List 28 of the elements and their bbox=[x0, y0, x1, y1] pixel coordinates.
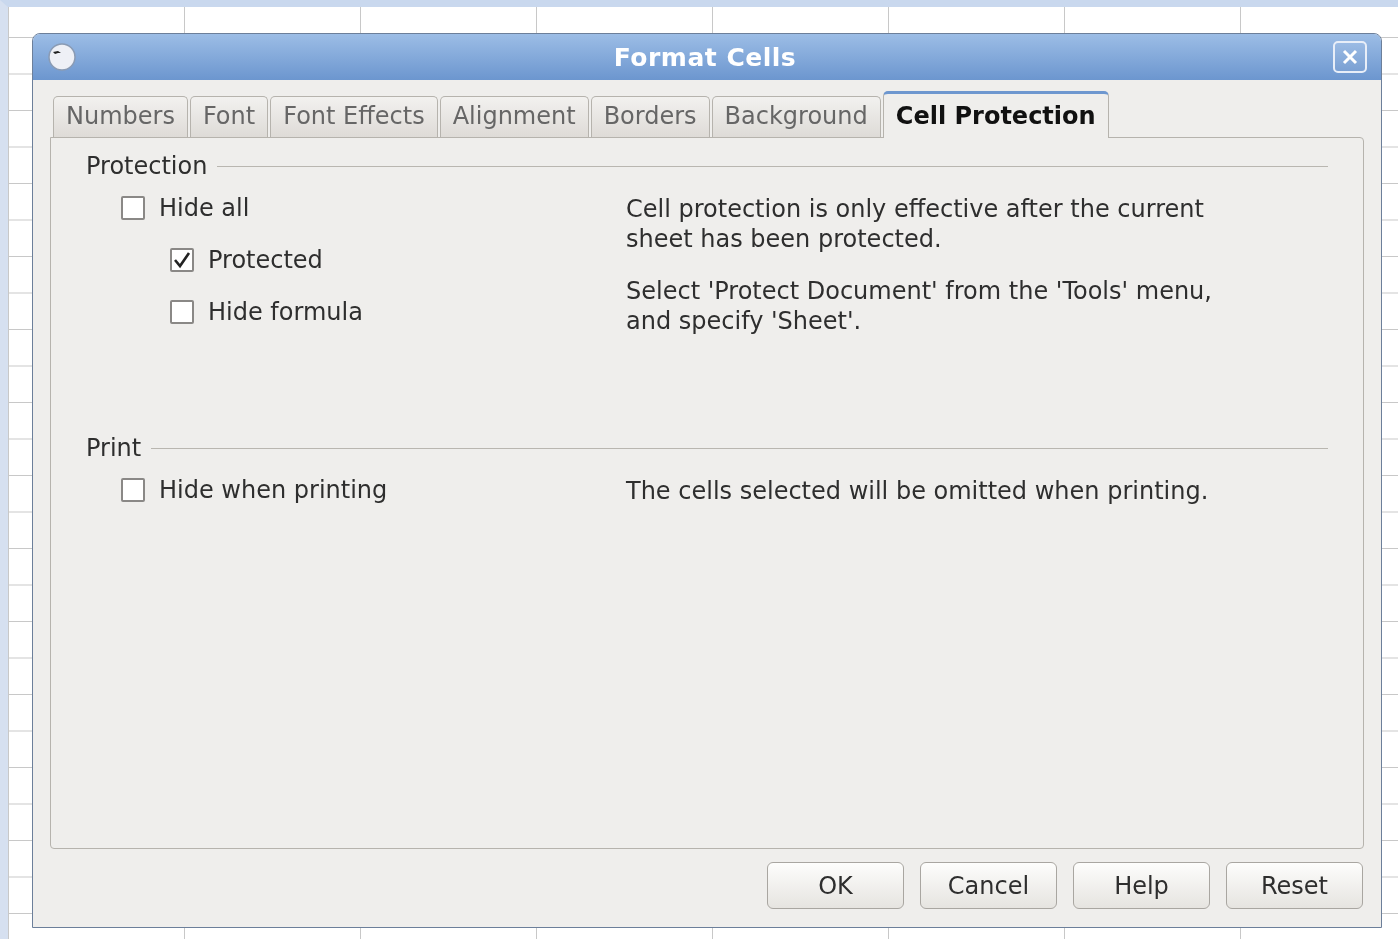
info-text: Select 'Protect Document' from the 'Tools' menu, and specify 'Sheet'. bbox=[626, 276, 1213, 336]
dialog-button[interactable]: Cancel bbox=[920, 862, 1057, 909]
tab[interactable]: Borders bbox=[590, 96, 710, 137]
checkbox[interactable] bbox=[170, 248, 194, 272]
checkbox[interactable] bbox=[121, 196, 145, 220]
dialog-button[interactable]: Help bbox=[1073, 862, 1210, 909]
dialog-button[interactable]: Reset bbox=[1226, 862, 1363, 909]
section-title: Protection bbox=[86, 152, 208, 180]
tab[interactable]: Background bbox=[711, 96, 881, 137]
close-icon bbox=[1341, 48, 1359, 66]
info-text: The cells selected will be omitted when printing. bbox=[626, 476, 1210, 506]
checkbox-label[interactable]: Hide all bbox=[159, 194, 250, 222]
dialog-button[interactable]: OK bbox=[767, 862, 904, 909]
tab[interactable]: Font bbox=[189, 96, 269, 137]
window-title: Format Cells bbox=[612, 42, 798, 72]
section-title: Print bbox=[86, 434, 142, 462]
checkbox-label[interactable]: Hide formula bbox=[208, 298, 363, 326]
tab[interactable]: Numbers bbox=[53, 96, 188, 137]
checkbox[interactable] bbox=[121, 478, 145, 502]
checkbox-label[interactable]: Protected bbox=[208, 246, 323, 274]
tab[interactable]: Cell Protection bbox=[882, 91, 1109, 138]
tab[interactable]: Alignment bbox=[439, 96, 589, 137]
checkbox-label[interactable]: Hide when printing bbox=[159, 476, 388, 504]
app-icon[interactable] bbox=[47, 42, 77, 72]
info-text: Cell protection is only effective after the current sheet has been protected. bbox=[626, 194, 1205, 254]
tab[interactable]: Font Effects bbox=[270, 96, 438, 137]
close-button[interactable] bbox=[1333, 41, 1367, 73]
checkbox[interactable] bbox=[170, 300, 194, 324]
